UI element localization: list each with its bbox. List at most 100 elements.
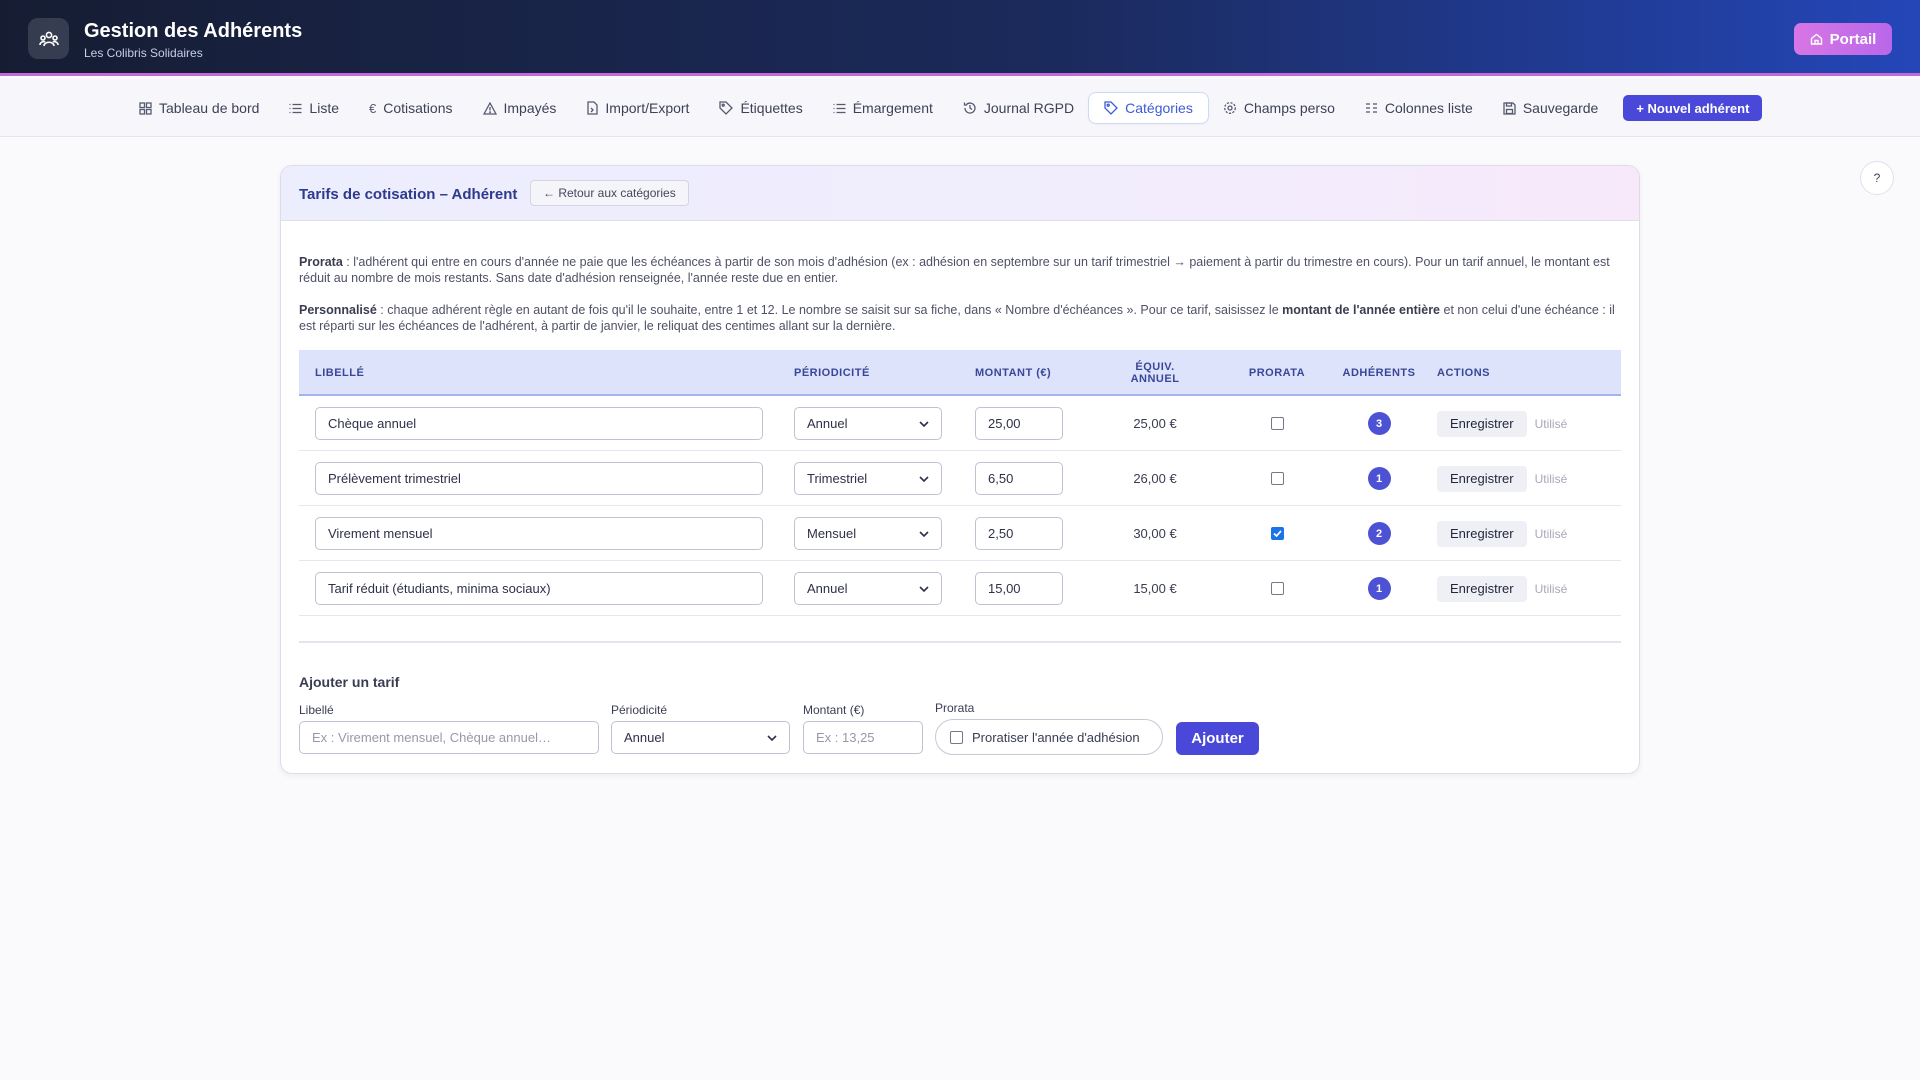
info-prorata-title: Prorata (299, 255, 343, 269)
adherents-badge: 2 (1367, 522, 1391, 545)
new-periodicite-select[interactable]: Annuel (611, 721, 790, 754)
periodicite-label: Périodicité (611, 703, 668, 717)
app-subtitle: Les Colibris Solidaires (84, 46, 203, 60)
check-icon (1272, 530, 1282, 537)
portal-button[interactable]: Portail (1794, 23, 1892, 55)
nav-item-cotisations[interactable]: € Cotisations (354, 93, 468, 123)
periodicite-value: Annuel (807, 416, 848, 431)
new-montant-input[interactable]: Ex : 13,25 (803, 721, 923, 754)
nav-label: Colonnes liste (1384, 100, 1473, 116)
table-header: LIBELLÉ PÉRIODICITÉ MONTANT (€) ÉQUIV. A… (299, 350, 1621, 396)
libelle-input[interactable]: Prélèvement trimestriel (315, 462, 763, 495)
save-button[interactable]: Enregistrer (1437, 410, 1527, 437)
nav-item-journal-rgpd[interactable]: Journal RGPD (948, 93, 1089, 123)
save-button[interactable]: Enregistrer (1437, 465, 1527, 492)
people-icon (28, 18, 69, 59)
gear-icon (1223, 102, 1236, 114)
periodicite-value: Trimestriel (807, 471, 868, 486)
adherents-badge: 3 (1367, 412, 1391, 435)
libelle-label: Libellé (299, 703, 334, 717)
th-equiv-line2: ANNUEL (1130, 373, 1180, 385)
adherents-badge: 1 (1367, 577, 1391, 600)
th-montant: MONTANT (€) (975, 367, 1052, 379)
portal-label: Portail (1829, 30, 1877, 48)
new-prorata-checkbox-label: Proratiser l'année d'adhésion (972, 729, 1140, 745)
th-libelle: LIBELLÉ (315, 367, 365, 379)
prorata-checkbox[interactable] (1270, 417, 1284, 430)
nav-label: Sauvegarde (1522, 100, 1599, 116)
nav-item-sauvegarde[interactable]: Sauvegarde (1488, 93, 1614, 123)
libelle-input[interactable]: Tarif réduit (étudiants, minima sociaux) (315, 572, 763, 605)
nav-item-impayes[interactable]: Impayés (468, 93, 572, 123)
chevron-down-icon (919, 475, 929, 482)
nav-item-categories[interactable]: Catégories (1089, 93, 1208, 123)
table-row: Chèque annuel Annuel 25,00 25,00 € 3 Enr… (299, 396, 1621, 451)
dashboard-icon (139, 101, 152, 115)
card-header: Tarifs de cotisation – Adhérent ← Retour… (281, 166, 1639, 221)
nav-item-etiquettes[interactable]: Étiquettes (704, 93, 817, 123)
prorata-checkbox[interactable] (1270, 582, 1284, 595)
info-perso-title: Personnalisé (299, 303, 377, 317)
nav-label: Émargement (852, 100, 933, 116)
chevron-down-icon (919, 420, 929, 427)
prorata-checkbox[interactable] (1270, 527, 1284, 540)
add-tarif-button[interactable]: Ajouter (1176, 722, 1259, 755)
nav-item-emargement[interactable]: Émargement (818, 93, 948, 123)
history-icon (963, 102, 976, 114)
libelle-input[interactable]: Chèque annuel (315, 407, 763, 440)
nav-label: Catégories (1125, 100, 1193, 116)
table-row: Tarif réduit (étudiants, minima sociaux)… (299, 561, 1621, 616)
nav-item-colonnes-liste[interactable]: Colonnes liste (1350, 93, 1488, 123)
info-personnalise: Personnalisé : chaque adhérent règle en … (299, 302, 1621, 334)
periodicite-select[interactable]: Mensuel (794, 517, 942, 550)
periodicite-value: Mensuel (807, 526, 857, 541)
home-icon (1810, 33, 1822, 45)
nav-item-dashboard[interactable]: Tableau de bord (124, 93, 274, 123)
save-button[interactable]: Enregistrer (1437, 520, 1527, 547)
nav-item-list[interactable]: Liste (274, 93, 354, 123)
main-nav: Tableau de bord Liste € Cotisations Impa… (0, 79, 1920, 137)
equiv-value: 26,00 € (1133, 471, 1177, 486)
periodicite-select[interactable]: Annuel (794, 407, 942, 440)
new-periodicite-value: Annuel (624, 730, 665, 745)
used-label: Utilisé (1534, 581, 1568, 596)
used-label: Utilisé (1534, 471, 1568, 486)
periodicite-select[interactable]: Annuel (794, 572, 942, 605)
montant-input[interactable]: 2,50 (975, 517, 1063, 550)
nav-item-import-export[interactable]: Import/Export (571, 93, 704, 123)
nav-label: Cotisations (383, 100, 453, 116)
new-member-button[interactable]: + Nouvel adhérent (1623, 95, 1763, 121)
periodicite-select[interactable]: Trimestriel (794, 462, 942, 495)
used-label: Utilisé (1534, 526, 1568, 541)
th-equiv-line1: ÉQUIV. (1135, 361, 1175, 373)
prorata-checkbox[interactable] (1270, 472, 1284, 485)
back-to-categories-button[interactable]: ← Retour aux catégories (530, 180, 689, 206)
nav-label: Journal RGPD (983, 100, 1075, 116)
montant-input[interactable]: 25,00 (975, 407, 1063, 440)
add-tarif-title: Ajouter un tarif (299, 674, 400, 690)
montant-input[interactable]: 15,00 (975, 572, 1063, 605)
montant-input[interactable]: 6,50 (975, 462, 1063, 495)
new-prorata-checkbox[interactable] (950, 730, 963, 744)
equiv-value: 15,00 € (1133, 581, 1177, 596)
prorata-option[interactable]: Proratiser l'année d'adhésion (935, 719, 1163, 755)
help-button[interactable]: ? (1860, 161, 1894, 195)
th-prorata: PRORATA (1248, 367, 1306, 379)
nav-label: Import/Export (605, 100, 690, 116)
divider (299, 641, 1621, 643)
nav-item-champs-perso[interactable]: Champs perso (1208, 93, 1350, 123)
nav-label: Liste (309, 100, 339, 116)
list-icon (833, 103, 846, 113)
libelle-input[interactable]: Virement mensuel (315, 517, 763, 550)
chevron-down-icon (919, 585, 929, 592)
table-row: Prélèvement trimestriel Trimestriel 6,50… (299, 451, 1621, 506)
save-button[interactable]: Enregistrer (1437, 575, 1527, 602)
equiv-value: 30,00 € (1133, 526, 1177, 541)
info-prorata-text: : l'adhérent qui entre en cours d'année … (299, 255, 1610, 285)
th-adherents: ADHÉRENTS (1342, 367, 1416, 379)
chevron-down-icon (919, 530, 929, 537)
info-perso-text-1: : chaque adhérent règle en autant de foi… (376, 303, 1283, 317)
card-title: Tarifs de cotisation – Adhérent (299, 186, 518, 203)
used-label: Utilisé (1534, 416, 1568, 431)
new-libelle-input[interactable]: Ex : Virement mensuel, Chèque annuel… (299, 721, 599, 754)
